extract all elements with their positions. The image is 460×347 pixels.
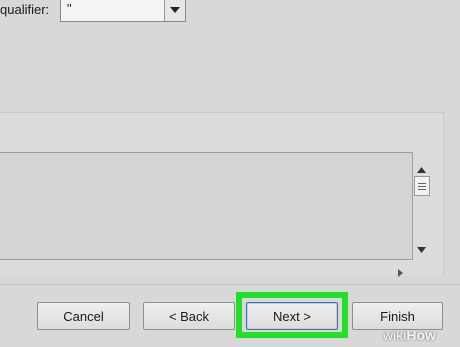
wikihow-watermark: wikiHow (383, 327, 436, 343)
back-button-label: < Back (168, 308, 210, 324)
finish-button-label: Finish (380, 308, 415, 324)
watermark-prefix: wiki (383, 327, 407, 343)
triangle-right-icon[interactable] (398, 264, 403, 282)
vertical-scrollbar[interactable] (413, 152, 431, 260)
grip-lines-icon (418, 182, 426, 190)
next-button[interactable]: Next > (246, 302, 338, 330)
text-qualifier-label: qualifier: (0, 2, 50, 17)
next-button-label: Next > (273, 308, 311, 324)
text-qualifier-select[interactable]: " (60, 0, 186, 22)
finish-button[interactable]: Finish (352, 302, 443, 330)
text-qualifier-value: " (67, 1, 72, 16)
data-preview-box (0, 152, 413, 260)
back-button[interactable]: < Back (143, 302, 235, 330)
cancel-button[interactable]: Cancel (37, 302, 130, 330)
triangle-down-icon[interactable] (417, 240, 426, 258)
scroll-thumb[interactable] (414, 176, 430, 196)
button-bar-divider (0, 284, 460, 285)
chevron-down-icon[interactable] (164, 0, 185, 21)
cancel-button-label: Cancel (63, 308, 104, 324)
watermark-suffix: How (406, 327, 436, 343)
text-qualifier-row: qualifier: " (0, 0, 460, 30)
